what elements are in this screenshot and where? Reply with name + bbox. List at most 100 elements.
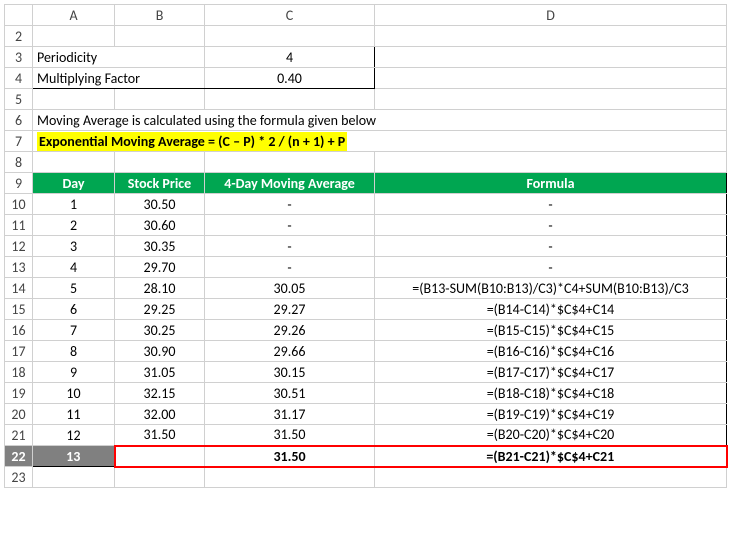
row-header-5[interactable]: 5: [5, 89, 33, 110]
row-header-20[interactable]: 20: [5, 404, 33, 425]
cell-D22-formula[interactable]: =(B21-C21)*$C$4+C21: [375, 446, 727, 467]
cell-day[interactable]: 11: [33, 404, 115, 425]
cell-D8[interactable]: [375, 152, 727, 173]
row-header-16[interactable]: 16: [5, 320, 33, 341]
row-header-13[interactable]: 13: [5, 257, 33, 278]
cell-ma[interactable]: 29.66: [205, 341, 375, 362]
cell-formula[interactable]: -: [375, 215, 727, 236]
cell-ma[interactable]: -: [205, 194, 375, 215]
cell-ma[interactable]: 30.15: [205, 362, 375, 383]
col-header-A[interactable]: A: [33, 5, 115, 26]
cell-ma[interactable]: -: [205, 215, 375, 236]
cell-ma[interactable]: 29.26: [205, 320, 375, 341]
select-all-corner[interactable]: [5, 5, 33, 26]
cell-formula[interactable]: =(B20-C20)*$C$4+C20: [375, 425, 727, 446]
cell-A23[interactable]: [33, 467, 115, 488]
cell-price[interactable]: 30.90: [115, 341, 205, 362]
cell-price[interactable]: 28.10: [115, 278, 205, 299]
cell-A22-day[interactable]: 13: [33, 446, 115, 467]
cell-day[interactable]: 2: [33, 215, 115, 236]
cell-A4[interactable]: Multiplying Factor: [33, 68, 205, 89]
cell-formula[interactable]: -: [375, 236, 727, 257]
cell-formula[interactable]: -: [375, 194, 727, 215]
cell-D5[interactable]: [375, 89, 727, 110]
row-header-19[interactable]: 19: [5, 383, 33, 404]
row-header-18[interactable]: 18: [5, 362, 33, 383]
cell-day[interactable]: 4: [33, 257, 115, 278]
cell-C5[interactable]: [205, 89, 375, 110]
cell-day[interactable]: 12: [33, 425, 115, 446]
cell-day[interactable]: 8: [33, 341, 115, 362]
row-header-3[interactable]: 3: [5, 47, 33, 68]
cell-ma[interactable]: 31.17: [205, 404, 375, 425]
cell-formula[interactable]: =(B13-SUM(B10:B13)/C3)*C4+SUM(B10:B13)/C…: [375, 278, 727, 299]
cell-C2[interactable]: [205, 26, 375, 47]
row-header-2[interactable]: 2: [5, 26, 33, 47]
cell-formula[interactable]: =(B19-C19)*$C$4+C19: [375, 404, 727, 425]
row-header-4[interactable]: 4: [5, 68, 33, 89]
cell-B23[interactable]: [115, 467, 205, 488]
cell-day[interactable]: 6: [33, 299, 115, 320]
cell-price[interactable]: 32.00: [115, 404, 205, 425]
cell-price[interactable]: 30.25: [115, 320, 205, 341]
cell-A2[interactable]: [33, 26, 115, 47]
header-formula[interactable]: Formula: [375, 173, 727, 194]
row-header-14[interactable]: 14: [5, 278, 33, 299]
cell-day[interactable]: 5: [33, 278, 115, 299]
cell-price[interactable]: 30.50: [115, 194, 205, 215]
cell-B2[interactable]: [115, 26, 205, 47]
row-header-22[interactable]: 22: [5, 446, 33, 467]
cell-B8[interactable]: [115, 152, 205, 173]
cell-A6[interactable]: Moving Average is calculated using the f…: [33, 110, 727, 131]
cell-price[interactable]: 29.70: [115, 257, 205, 278]
cell-price[interactable]: 30.35: [115, 236, 205, 257]
cell-day[interactable]: 3: [33, 236, 115, 257]
row-header-12[interactable]: 12: [5, 236, 33, 257]
spreadsheet-grid[interactable]: A B C D 2 3 Periodicity 4 4 Multiplying …: [4, 4, 728, 488]
row-header-11[interactable]: 11: [5, 215, 33, 236]
cell-formula[interactable]: =(B17-C17)*$C$4+C17: [375, 362, 727, 383]
cell-formula[interactable]: =(B16-C16)*$C$4+C16: [375, 341, 727, 362]
cell-C3[interactable]: 4: [205, 47, 375, 68]
row-header-17[interactable]: 17: [5, 341, 33, 362]
cell-C22-ma[interactable]: 31.50: [205, 446, 375, 467]
cell-price[interactable]: 29.25: [115, 299, 205, 320]
cell-B22-price[interactable]: [115, 446, 205, 467]
cell-B5[interactable]: [115, 89, 205, 110]
row-header-8[interactable]: 8: [5, 152, 33, 173]
cell-price[interactable]: 32.15: [115, 383, 205, 404]
col-header-D[interactable]: D: [375, 5, 727, 26]
row-header-21[interactable]: 21: [5, 425, 33, 446]
cell-formula[interactable]: =(B18-C18)*$C$4+C18: [375, 383, 727, 404]
row-header-23[interactable]: 23: [5, 467, 33, 488]
header-moving-average[interactable]: 4-Day Moving Average: [205, 173, 375, 194]
cell-D3[interactable]: [375, 47, 727, 68]
cell-formula[interactable]: =(B14-C14)*$C$4+C14: [375, 299, 727, 320]
cell-A7-formula-highlight[interactable]: Exponential Moving Average = (C – P) * 2…: [33, 131, 727, 152]
cell-ma[interactable]: 29.27: [205, 299, 375, 320]
cell-D4[interactable]: [375, 68, 727, 89]
cell-ma[interactable]: -: [205, 236, 375, 257]
row-header-10[interactable]: 10: [5, 194, 33, 215]
cell-price[interactable]: 30.60: [115, 215, 205, 236]
cell-C4[interactable]: 0.40: [205, 68, 375, 89]
header-stock-price[interactable]: Stock Price: [115, 173, 205, 194]
cell-D23[interactable]: [375, 467, 727, 488]
cell-A8[interactable]: [33, 152, 115, 173]
cell-ma[interactable]: 30.51: [205, 383, 375, 404]
cell-D2[interactable]: [375, 26, 727, 47]
header-day[interactable]: Day: [33, 173, 115, 194]
row-header-9[interactable]: 9: [5, 173, 33, 194]
cell-day[interactable]: 7: [33, 320, 115, 341]
row-header-6[interactable]: 6: [5, 110, 33, 131]
cell-A3[interactable]: Periodicity: [33, 47, 205, 68]
col-header-B[interactable]: B: [115, 5, 205, 26]
cell-A5[interactable]: [33, 89, 115, 110]
cell-formula[interactable]: -: [375, 257, 727, 278]
row-header-7[interactable]: 7: [5, 131, 33, 152]
cell-ma[interactable]: 31.50: [205, 425, 375, 446]
cell-day[interactable]: 10: [33, 383, 115, 404]
cell-day[interactable]: 9: [33, 362, 115, 383]
cell-day[interactable]: 1: [33, 194, 115, 215]
cell-formula[interactable]: =(B15-C15)*$C$4+C15: [375, 320, 727, 341]
